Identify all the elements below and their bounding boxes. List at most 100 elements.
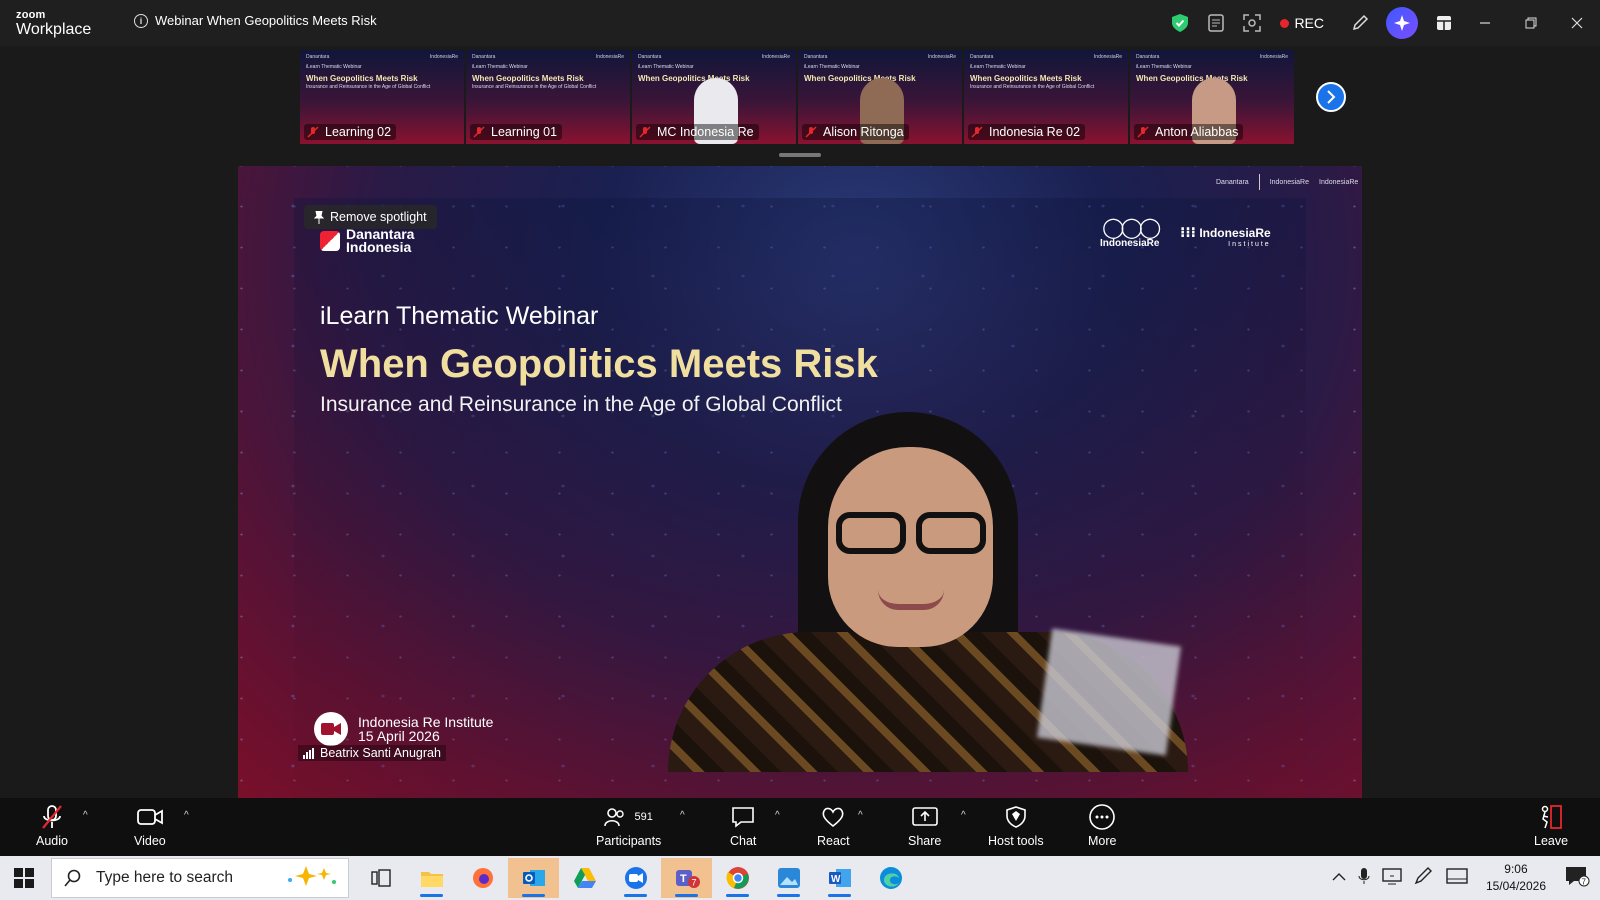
edge-icon[interactable]: [865, 858, 916, 898]
file-explorer-icon[interactable]: [406, 858, 457, 898]
mini-logo: Danantara: [1136, 54, 1160, 60]
share-button[interactable]: Share: [908, 804, 941, 848]
speaker-video: [668, 412, 1188, 772]
minimize-button[interactable]: [1462, 8, 1508, 38]
participant-tile[interactable]: Danantara IndonesiaRe iLearn Thematic We…: [632, 50, 796, 144]
participant-tile[interactable]: Danantara IndonesiaRe iLearn Thematic We…: [798, 50, 962, 144]
more-dots-icon: [1089, 804, 1116, 830]
word-icon[interactable]: W: [814, 858, 865, 898]
react-button[interactable]: React: [817, 804, 850, 848]
participant-name-tag: Alison Ritonga: [802, 124, 909, 140]
pen-icon[interactable]: [1414, 866, 1434, 890]
audio-options-chevron-icon[interactable]: ^: [83, 810, 88, 821]
outlook-icon[interactable]: [508, 858, 559, 898]
danantara-mark-icon: [320, 231, 340, 251]
leave-door-icon: [1541, 805, 1562, 829]
participant-name-tag: MC Indonesia Re: [636, 124, 759, 140]
system-clock[interactable]: 9:06 15/04/2026: [1486, 861, 1546, 895]
meeting-title: Webinar When Geopolitics Meets Risk: [155, 13, 377, 28]
mini-logo: Danantara: [638, 54, 662, 60]
mic-muted-icon: [42, 805, 62, 829]
mic-muted-icon: [971, 126, 983, 138]
signal-strength-icon: [303, 747, 314, 759]
audio-button[interactable]: Audio: [36, 804, 68, 848]
participant-tile[interactable]: Danantara IndonesiaRe iLearn Thematic We…: [1130, 50, 1294, 144]
chrome-icon[interactable]: [712, 858, 763, 898]
participant-tile[interactable]: Danantara IndonesiaRe iLearn Thematic We…: [466, 50, 630, 144]
notes-icon[interactable]: [1201, 8, 1231, 38]
participants-button[interactable]: 591 Participants: [596, 804, 661, 848]
participants-options-chevron-icon[interactable]: ^: [680, 810, 685, 821]
danantara-logo: Danantara Indonesia: [320, 227, 414, 254]
teams-icon[interactable]: T7: [661, 858, 712, 898]
recording-indicator[interactable]: REC: [1280, 15, 1324, 31]
sparkle-icon: [1394, 15, 1410, 31]
google-drive-icon[interactable]: [559, 858, 610, 898]
shield-icon[interactable]: [1165, 8, 1195, 38]
chat-button[interactable]: Chat: [730, 804, 756, 848]
search-highlight-sparkle-icon: [286, 864, 338, 893]
info-icon[interactable]: i: [134, 13, 148, 28]
video-options-chevron-icon[interactable]: ^: [184, 810, 189, 821]
mic-muted-icon: [639, 126, 651, 138]
mini-logo-right: IndonesiaRe: [1259, 54, 1288, 60]
indonesia-re-logo: ◯◯◯ IndonesiaRe: [1100, 217, 1161, 249]
mini-logo: Danantara: [472, 54, 496, 60]
video-button[interactable]: Video: [134, 804, 166, 848]
taskbar-search-box[interactable]: Type here to search: [51, 858, 349, 898]
microphone-icon[interactable]: [1358, 867, 1370, 890]
grid-logo-icon: ⁝⁝⁝: [1180, 224, 1196, 240]
svg-text:7: 7: [691, 878, 696, 888]
mini-logo-right: IndonesiaRe: [595, 54, 624, 60]
show-hidden-icons-chevron-icon[interactable]: [1332, 869, 1346, 887]
slide-footer: Indonesia Re Institute 15 April 2026: [314, 712, 493, 746]
participant-name-tag: Learning 02: [304, 124, 397, 140]
share-options-chevron-icon[interactable]: ^: [961, 810, 966, 821]
close-icon: [1571, 17, 1583, 29]
rings-logo-icon: ◯◯◯: [1102, 217, 1161, 239]
tablet-mode-icon[interactable]: [1446, 867, 1468, 889]
firefox-icon[interactable]: [457, 858, 508, 898]
meeting-info[interactable]: i Webinar When Geopolitics Meets Risk: [134, 13, 377, 28]
more-button[interactable]: More: [1088, 804, 1116, 848]
task-view-icon[interactable]: [355, 858, 406, 898]
mic-muted-icon: [307, 126, 319, 138]
speaker-name-tag: Beatrix Santi Anugrah: [298, 745, 446, 761]
participant-tile[interactable]: Danantara IndonesiaRe iLearn Thematic We…: [964, 50, 1128, 144]
close-button[interactable]: [1554, 8, 1600, 38]
windows-start-icon[interactable]: [14, 868, 34, 888]
svg-text:W: W: [831, 874, 841, 885]
strip-resize-handle[interactable]: [779, 153, 821, 157]
apps-icon[interactable]: [1429, 8, 1459, 38]
video-camera-icon: [136, 809, 163, 825]
leave-button[interactable]: Leave: [1534, 804, 1568, 848]
participant-video-strip: Danantara IndonesiaRe iLearn Thematic We…: [300, 50, 1300, 144]
slide-title: When Geopolitics Meets Risk: [320, 342, 878, 386]
annotate-pen-icon[interactable]: [1345, 8, 1375, 38]
chat-options-chevron-icon[interactable]: ^: [775, 810, 780, 821]
mini-logo: Danantara: [306, 54, 330, 60]
next-page-button[interactable]: [1316, 82, 1346, 112]
participant-tile[interactable]: Danantara IndonesiaRe iLearn Thematic We…: [300, 50, 464, 144]
photos-icon[interactable]: [763, 858, 814, 898]
title-bar: zoom Workplace i Webinar When Geopolitic…: [0, 0, 1600, 46]
mini-logo-right: IndonesiaRe: [1093, 54, 1122, 60]
network-display-icon[interactable]: [1382, 867, 1402, 890]
slide-kicker: iLearn Thematic Webinar: [320, 302, 599, 330]
minimize-icon: [1480, 22, 1490, 24]
mini-logo-right: IndonesiaRe: [429, 54, 458, 60]
restore-button[interactable]: [1508, 8, 1554, 38]
host-tools-button[interactable]: Host tools: [988, 804, 1044, 848]
mini-logo-right: IndonesiaRe: [927, 54, 956, 60]
participant-name-tag: Anton Aliabbas: [1134, 124, 1244, 140]
system-tray: 9:06 15/04/2026 7: [1332, 858, 1600, 898]
notification-center-icon[interactable]: 7: [1564, 865, 1590, 892]
zoom-app-icon[interactable]: [610, 858, 661, 898]
svg-text:T: T: [680, 873, 687, 885]
record-dot-icon: [1280, 18, 1290, 28]
mic-muted-icon: [473, 126, 485, 138]
focus-view-icon[interactable]: [1237, 8, 1267, 38]
ai-companion-button[interactable]: [1386, 7, 1418, 39]
react-options-chevron-icon[interactable]: ^: [858, 810, 863, 821]
participants-count: 591: [634, 811, 653, 823]
